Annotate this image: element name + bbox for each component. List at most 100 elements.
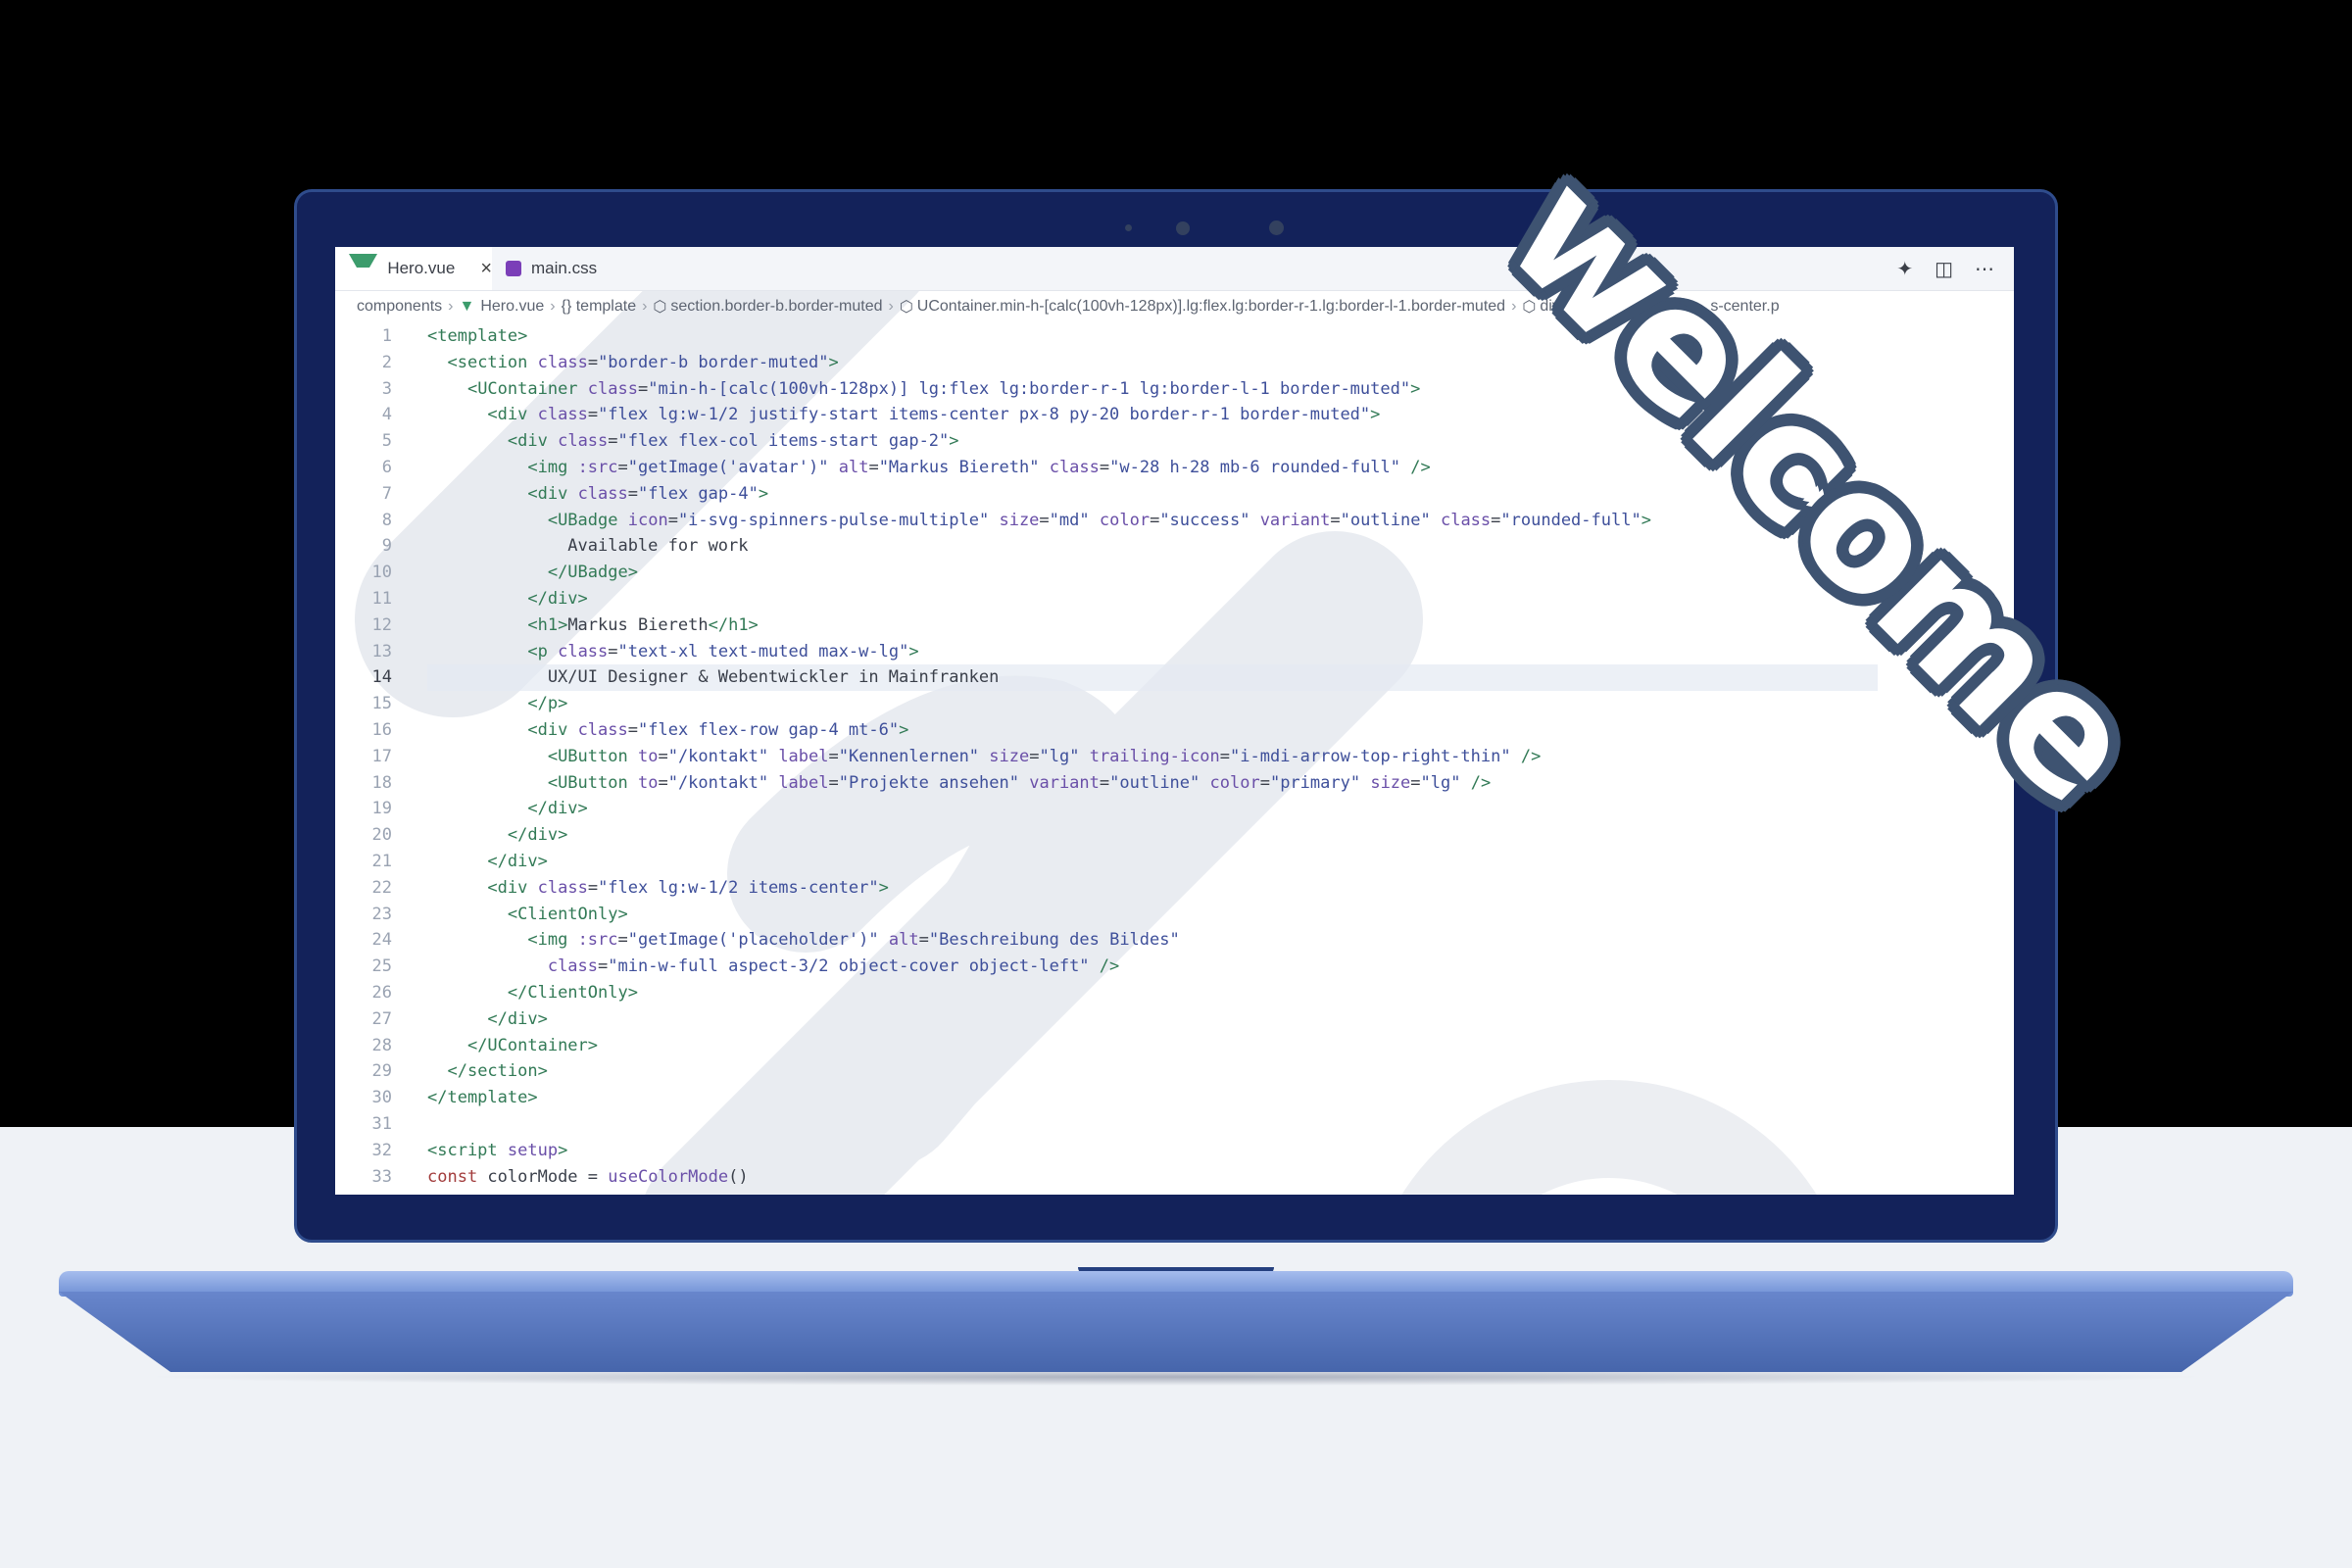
code-line[interactable]: 25 class="min-w-full aspect-3/2 object-c…	[335, 954, 2014, 980]
code-line[interactable]: 30 </template>	[335, 1085, 2014, 1111]
line-text: <h1>Markus Biereth</h1>	[427, 612, 758, 639]
code-token: =	[1330, 510, 1341, 530]
code-token: =	[1150, 510, 1160, 530]
code-token: :src	[577, 930, 618, 951]
code-token: class	[587, 378, 638, 399]
tab-label: Hero.vue	[387, 259, 456, 277]
line-number: 29	[371, 1061, 392, 1082]
breadcrumb-item[interactable]: Hero.vue	[480, 298, 544, 316]
code-token: class	[577, 483, 628, 504]
code-line[interactable]: 33 const colorMode = useColorMode()	[335, 1164, 2014, 1191]
code-token: class	[1049, 458, 1100, 477]
split-editor-icon[interactable]: ◫	[1935, 257, 1953, 281]
code-line[interactable]: 26 </ClientOnly>	[335, 980, 2014, 1006]
code-line[interactable]: 20 </div>	[335, 822, 2014, 849]
code-line[interactable]: 21 </div>	[335, 849, 2014, 875]
code-token: "success"	[1159, 510, 1250, 530]
more-icon[interactable]: ⋯	[1975, 257, 1994, 281]
code-line[interactable]: 18 <UButton to="/kontakt" label="Projekt…	[335, 770, 2014, 797]
code-token: <UContainer	[466, 378, 578, 399]
line-number: 25	[371, 956, 392, 977]
code-token: >	[828, 352, 839, 372]
line-text: <section class="border-b border-muted">	[427, 350, 839, 376]
code-line[interactable]: 15 </p>	[335, 691, 2014, 717]
sparkle-icon[interactable]: ✦	[1896, 257, 1913, 281]
code-token: useColorMode	[608, 1166, 729, 1187]
code-token: setup	[507, 1140, 559, 1160]
breadcrumb-item[interactable]: section.border-b.border-muted	[670, 298, 882, 316]
code-token: "text-xl text-muted max-w-lg"	[617, 641, 909, 662]
code-token: />	[1520, 746, 1542, 766]
code-line[interactable]: 29 </section>	[335, 1058, 2014, 1085]
laptop-base	[59, 1292, 2293, 1372]
code-token: "lg"	[1039, 746, 1080, 766]
code-token: =	[1039, 510, 1050, 530]
close-icon[interactable]: ×	[480, 258, 492, 280]
code-line[interactable]: 31	[335, 1111, 2014, 1138]
breadcrumb-item[interactable]: {} template	[562, 298, 637, 316]
line-text: <UButton to="/kontakt" label="Kennenlern…	[427, 744, 1542, 770]
code-line[interactable]: 11 </div>	[335, 586, 2014, 612]
tab-hero-vue[interactable]: Hero.vue ×	[335, 247, 492, 290]
code-token: "Kennenlernen"	[838, 746, 980, 766]
code-token: alt	[888, 930, 919, 951]
code-token: <UBadge	[547, 510, 618, 530]
code-token: />	[1410, 458, 1431, 477]
line-number: 15	[371, 694, 392, 714]
code-token: >	[758, 483, 769, 504]
line-number: 19	[371, 799, 392, 819]
code-token: <img	[527, 458, 568, 477]
code-token: "/kontakt"	[667, 746, 769, 766]
code-token: =	[627, 483, 638, 504]
code-line[interactable]: 27 </div>	[335, 1006, 2014, 1033]
code-token: >	[558, 1140, 568, 1160]
code-line[interactable]: 32 <script setup>	[335, 1138, 2014, 1164]
breadcrumb-item[interactable]: UContainer.min-h-[calc(100vh-128px)].lg:…	[917, 298, 1505, 316]
tab-main-css[interactable]: main.css	[492, 247, 639, 290]
breadcrumb-item[interactable]: components	[357, 298, 442, 316]
code-line[interactable]: 23 <ClientOnly>	[335, 902, 2014, 928]
chevron-right-icon: ›	[550, 298, 556, 315]
code-token: class	[558, 641, 609, 662]
line-number: 10	[371, 563, 392, 583]
camera-dot-right	[1269, 220, 1284, 235]
code-line[interactable]: 28 </UContainer>	[335, 1033, 2014, 1059]
code-token: class	[547, 956, 599, 977]
css-file-icon	[506, 261, 521, 276]
code-token: class	[1440, 510, 1492, 530]
code-token: <h1>	[527, 614, 568, 635]
code-line[interactable]: 14 UX/UI Designer & Webentwickler in Mai…	[335, 664, 2014, 692]
code-line[interactable]: 12 <h1>Markus Biereth</h1>	[335, 612, 2014, 639]
code-line[interactable]: 19 </div>	[335, 796, 2014, 822]
code-line[interactable]: 16 <div class="flex flex-row gap-4 mt-6"…	[335, 717, 2014, 744]
line-text: </p>	[427, 691, 567, 717]
code-line[interactable]: 13 <p class="text-xl text-muted max-w-lg…	[335, 639, 2014, 665]
code-token: </UBadge>	[547, 563, 638, 583]
code-token: "md"	[1049, 510, 1090, 530]
line-text: <img :src="getImage('placeholder')" alt=…	[427, 927, 1179, 954]
code-line[interactable]: 24 <img :src="getImage('placeholder')" a…	[335, 927, 2014, 954]
code-line[interactable]: 17 <UButton to="/kontakt" label="Kennenl…	[335, 744, 2014, 770]
code-token: <ClientOnly>	[507, 904, 628, 924]
line-number: 2	[381, 352, 392, 372]
code-line[interactable]: 22 <div class="flex lg:w-1/2 items-cente…	[335, 875, 2014, 902]
code-token: </template>	[427, 1088, 538, 1108]
cube-icon: ⬡	[653, 299, 667, 316]
